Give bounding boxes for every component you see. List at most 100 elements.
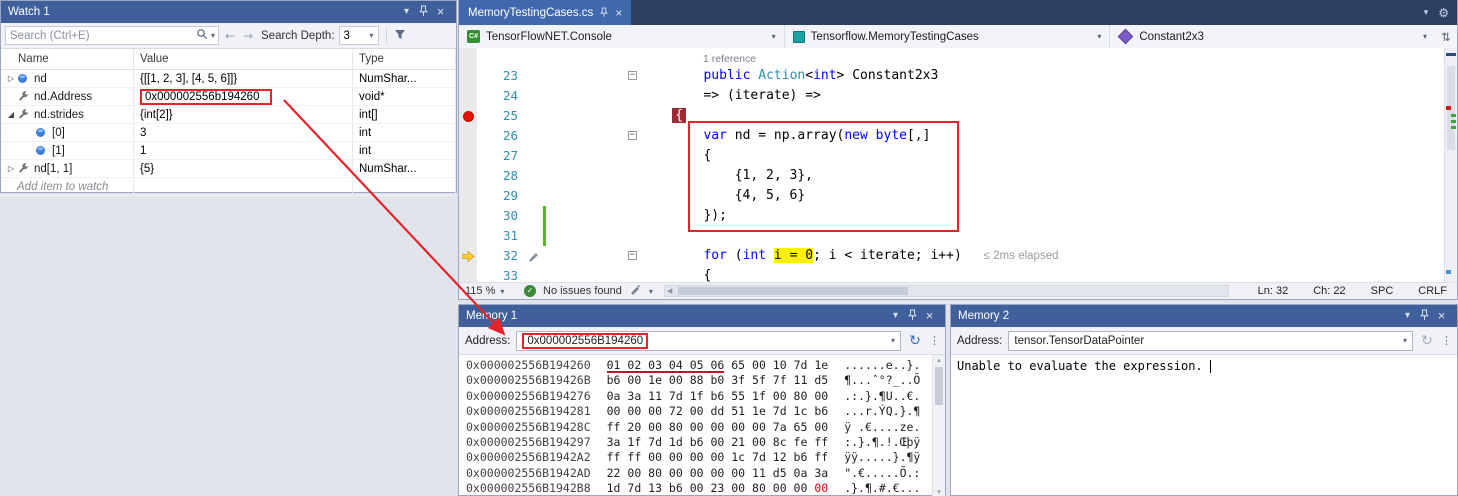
memory1-titlebar[interactable]: Memory 1 ▾ × [459,305,945,327]
search-icon[interactable] [196,27,208,45]
code-line[interactable]: 24=> (iterate) => [459,86,1457,106]
tab-close-icon[interactable]: × [615,6,622,20]
close-icon[interactable]: × [432,1,449,23]
fold-toggle-icon[interactable]: − [628,251,637,260]
gear-icon[interactable]: ⚙ [1438,6,1449,20]
code-line[interactable]: 25{ [459,106,1457,126]
memory-row[interactable]: 0x000002556B1942760a 3a 11 7d 1f b6 55 1… [466,389,945,404]
tab-pin-icon[interactable] [600,7,608,18]
member-dropdown[interactable]: Constant2x3 ▾ [1110,25,1435,48]
watch-row[interactable]: nd.Address0x000002556b194260void* [1,88,456,106]
search-prev-icon[interactable]: ← [223,29,237,43]
window-position-menu-icon[interactable]: ▾ [1399,305,1416,327]
pin-icon[interactable] [415,1,432,23]
space-indicator[interactable]: SPC [1371,285,1394,297]
project-dropdown[interactable]: C# TensorFlowNET.Console ▾ [459,25,785,48]
code-line[interactable]: 23−public Action<int> Constant2x3 [459,66,1457,86]
close-icon[interactable]: × [921,305,938,327]
memory2-titlebar[interactable]: Memory 2 ▾ × [951,305,1457,327]
code-line[interactable]: 32−for (int i = 0; i < iterate; i++)≤ 2m… [459,246,1457,266]
code-line[interactable]: 29{4, 5, 6} [459,186,1457,206]
refresh-icon[interactable]: ↻ [907,333,923,349]
line-indicator[interactable]: Ln: 32 [1258,285,1289,297]
watch-value[interactable]: 0x000002556b194260 [134,88,353,105]
toolbar-overflow-icon[interactable]: ⋮ [1441,334,1451,347]
code-cleanup-dropdown-icon[interactable]: ▾ [649,287,653,296]
watch-value[interactable]: {[[1, 2, 3], [4, 5, 6]]} [134,70,353,87]
code-line[interactable]: 30}); [459,206,1457,226]
memory-row[interactable]: 0x000002556B19428100 00 00 72 00 dd 51 1… [466,404,945,419]
filter-icon[interactable] [394,27,406,45]
watch-row[interactable]: ◢nd.strides{int[2]}int[] [1,106,456,124]
memory-row[interactable]: 0x000002556B19426Bb6 00 1e 00 88 b0 3f 5… [466,373,945,388]
zoom-dropdown[interactable]: 115 % ▾ [465,285,517,297]
tab-memorytestingcases[interactable]: MemoryTestingCases.cs × [459,0,631,25]
column-header-type[interactable]: Type [353,49,456,69]
refresh-icon[interactable]: ↻ [1419,333,1435,349]
watch-row[interactable]: ▷nd[1, 1]{5}NumShar... [1,160,456,178]
code-line[interactable]: 27{ [459,146,1457,166]
memory-row[interactable]: 0x000002556B1942A2ff ff 00 00 00 00 1c 7… [466,450,945,465]
memory2-content[interactable]: Unable to evaluate the expression. [951,355,1457,377]
watch-value[interactable]: 1 [134,142,353,159]
watch-titlebar[interactable]: Watch 1 ▾ × [1,1,456,23]
pin-icon[interactable] [1416,305,1433,327]
code-editor[interactable]: 1 reference23−public Action<int> Constan… [459,48,1457,283]
memory2-address-value[interactable]: tensor.TensorDataPointer [1014,335,1144,347]
code-line[interactable]: 31 [459,226,1457,246]
code-cleanup-icon[interactable] [629,284,642,298]
line-ending-indicator[interactable]: CRLF [1418,285,1447,297]
memory-row[interactable]: 0x000002556B1942B81d 7d 13 b6 00 23 00 8… [466,481,945,496]
scroll-up-icon[interactable]: ▴ [933,356,945,364]
scroll-left-icon[interactable]: ◀ [667,286,672,297]
code-line[interactable]: 28{1, 2, 3}, [459,166,1457,186]
memory1-hex-view[interactable]: 0x000002556B19426001 02 03 04 05 06 65 0… [459,355,945,496]
breakpoint-icon[interactable] [463,111,474,122]
editor-vertical-scrollbar[interactable] [1444,48,1457,283]
window-position-menu-icon[interactable]: ▾ [398,1,415,23]
watch-value[interactable] [134,178,353,195]
close-icon[interactable]: × [1433,305,1450,327]
health-check-icon[interactable]: ✓ [524,285,536,297]
watch-value[interactable]: 3 [134,124,353,141]
memory-row[interactable]: 0x000002556B1942AD22 00 80 00 00 00 00 1… [466,466,945,481]
watch-row[interactable]: [0]3int [1,124,456,142]
collapse-icon[interactable]: ◢ [5,110,17,119]
column-indicator[interactable]: Ch: 22 [1313,285,1345,297]
search-next-icon[interactable]: → [241,29,255,43]
fold-toggle-icon[interactable]: − [628,131,637,140]
watch-add-row[interactable]: Add item to watch [1,178,456,196]
search-input[interactable] [6,30,196,42]
memory2-address-combo[interactable]: tensor.TensorDataPointer ▾ [1008,331,1413,351]
watch-value[interactable]: {5} [134,160,353,177]
watch-value[interactable]: {int[2]} [134,106,353,123]
memory-row[interactable]: 0x000002556B19426001 02 03 04 05 06 65 0… [466,358,945,373]
search-depth-combo[interactable]: 3 ▾ [339,26,379,45]
column-header-value[interactable]: Value [134,49,353,69]
search-options-dropdown-icon[interactable]: ▾ [208,31,218,40]
watch-row[interactable]: [1]1int [1,142,456,160]
watch-row[interactable]: ▷nd{[[1, 2, 3], [4, 5, 6]]}NumShar... [1,70,456,88]
search-box[interactable]: ▾ [5,26,219,45]
tab-list-dropdown-icon[interactable]: ▾ [1424,8,1429,18]
code-line[interactable]: 26−var nd = np.array(new byte[,] [459,126,1457,146]
fold-toggle-icon[interactable]: − [628,71,637,80]
scroll-down-icon[interactable]: ▾ [933,488,945,496]
hscrollbar-thumb[interactable] [678,287,908,295]
memory-row[interactable]: 0x000002556B19428Cff 20 00 80 00 00 00 0… [466,420,945,435]
column-header-name[interactable]: Name [1,49,134,69]
class-dropdown[interactable]: Tensorflow.MemoryTestingCases ▾ [785,25,1111,48]
chevron-down-icon[interactable]: ▾ [1403,336,1407,345]
horizontal-scrollbar[interactable]: ◀ [664,285,1229,297]
scrollbar-thumb[interactable] [935,367,943,405]
memory1-address-combo[interactable]: 0x000002556B194260 ▾ [516,331,901,351]
toolbar-overflow-icon[interactable]: ⋮ [929,334,939,347]
chevron-down-icon[interactable]: ▾ [891,336,895,345]
memory1-scrollbar[interactable]: ▴ ▾ [932,355,945,496]
navbar-split-icon[interactable]: ⇅ [1435,30,1457,44]
expand-icon[interactable]: ▷ [5,164,17,173]
window-position-menu-icon[interactable]: ▾ [887,305,904,327]
code-lens-references[interactable]: 1 reference [641,52,756,66]
expand-icon[interactable]: ▷ [5,74,17,83]
memory-row[interactable]: 0x000002556B1942973a 1f 7d 1d b6 00 21 0… [466,435,945,450]
